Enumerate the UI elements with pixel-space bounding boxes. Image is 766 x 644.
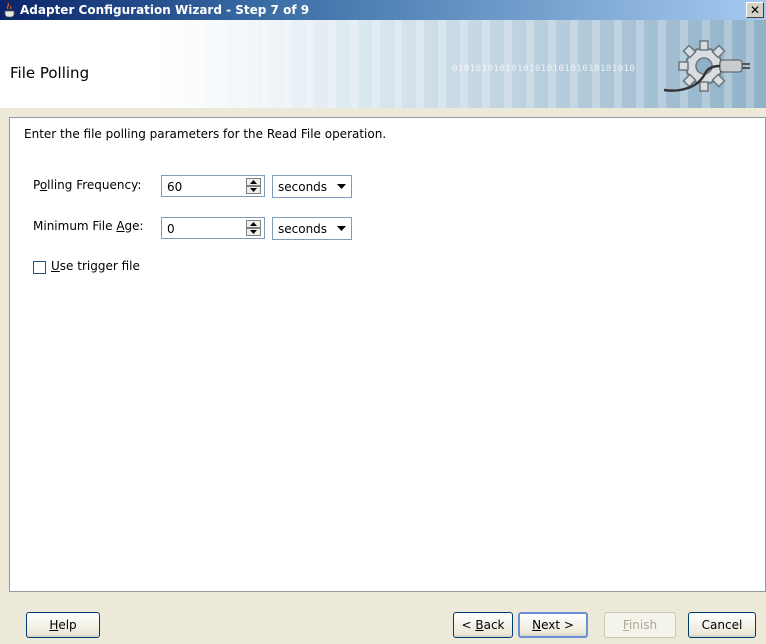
wizard-header: 0101010101010101010101010101010 File Pol… bbox=[0, 20, 766, 108]
back-button[interactable]: < Back bbox=[453, 612, 513, 638]
use-trigger-file-checkbox[interactable] bbox=[33, 261, 46, 274]
polling-frequency-value: 60 bbox=[167, 180, 183, 194]
header-banner: 0101010101010101010101010101010 bbox=[152, 20, 766, 108]
java-cup-icon bbox=[4, 2, 16, 18]
use-trigger-file-label[interactable]: Use trigger file bbox=[51, 259, 140, 273]
chevron-down-icon bbox=[337, 226, 346, 231]
minimum-file-age-unit: seconds bbox=[278, 222, 328, 236]
minimum-file-age-input[interactable]: 0 bbox=[161, 217, 265, 239]
spin-down-button[interactable] bbox=[246, 186, 261, 194]
window-title: Adapter Configuration Wizard - Step 7 of… bbox=[20, 3, 310, 17]
chevron-down-icon bbox=[337, 184, 346, 189]
minimum-file-age-value: 0 bbox=[167, 222, 175, 236]
page-title: File Polling bbox=[10, 64, 90, 82]
close-button[interactable]: ✕ bbox=[746, 2, 764, 18]
spinner-arrows-icon[interactable] bbox=[246, 220, 261, 236]
polling-frequency-unit: seconds bbox=[278, 180, 328, 194]
polling-frequency-input[interactable]: 60 bbox=[161, 175, 265, 197]
next-button[interactable]: Next > bbox=[518, 612, 588, 638]
gear-plug-icon bbox=[663, 40, 750, 92]
spin-up-button[interactable] bbox=[246, 220, 261, 228]
help-button[interactable]: Help bbox=[26, 612, 100, 638]
header-binary-decor: 0101010101010101010101010101010 bbox=[452, 64, 636, 74]
title-bar[interactable]: Adapter Configuration Wizard - Step 7 of… bbox=[0, 0, 766, 20]
polling-frequency-unit-select[interactable]: seconds bbox=[272, 175, 352, 198]
instruction-text: Enter the file polling parameters for th… bbox=[24, 127, 387, 141]
close-icon: ✕ bbox=[749, 3, 761, 17]
cancel-button[interactable]: Cancel bbox=[688, 612, 756, 638]
finish-button[interactable]: Finish bbox=[604, 612, 676, 638]
polling-frequency-label: Polling Frequency: bbox=[33, 178, 142, 192]
spin-up-button[interactable] bbox=[246, 178, 261, 186]
minimum-file-age-unit-select[interactable]: seconds bbox=[272, 217, 352, 240]
spinner-arrows-icon[interactable] bbox=[246, 178, 261, 194]
minimum-file-age-label: Minimum File Age: bbox=[33, 219, 144, 233]
spin-down-button[interactable] bbox=[246, 228, 261, 236]
